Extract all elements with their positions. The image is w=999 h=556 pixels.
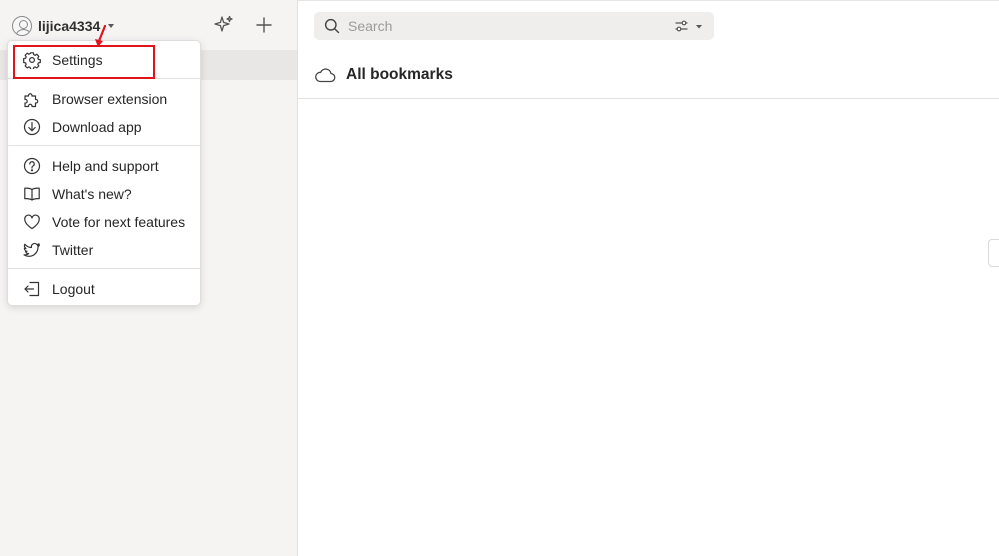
menu-item-label: What's new? <box>52 186 132 202</box>
menu-item-label: Browser extension <box>52 91 168 107</box>
menu-item-logout[interactable]: Logout <box>8 275 200 303</box>
page-title: All bookmarks <box>346 66 453 83</box>
menu-item-twitter[interactable]: Twitter <box>8 236 200 264</box>
menu-divider <box>8 268 200 269</box>
search-input[interactable] <box>348 16 648 36</box>
book-icon <box>23 185 41 203</box>
puzzle-icon <box>23 90 41 108</box>
menu-item-whats-new[interactable]: What's new? <box>8 180 200 208</box>
menu-item-help[interactable]: Help and support <box>8 152 200 180</box>
twitter-icon <box>23 241 41 259</box>
username: lijica4334 <box>38 18 101 34</box>
annotation-arrow-icon <box>95 24 107 47</box>
app-window: lijica4334 Settings Browser extension Do… <box>0 0 999 556</box>
menu-item-settings[interactable]: Settings <box>8 46 200 74</box>
menu-item-browser-extension[interactable]: Browser extension <box>8 85 200 113</box>
filter-icon[interactable] <box>674 18 706 34</box>
menu-item-download-app[interactable]: Download app <box>8 113 200 141</box>
side-panel-toggle[interactable] <box>988 239 999 267</box>
user-dropdown-menu: Settings Browser extension Download app <box>7 40 201 306</box>
top-border <box>298 0 999 1</box>
menu-item-label: Twitter <box>52 242 94 258</box>
menu-item-vote[interactable]: Vote for next features <box>8 208 200 236</box>
menu-item-label: Download app <box>52 119 142 135</box>
cloud-icon <box>314 67 336 83</box>
logout-icon <box>23 280 41 298</box>
menu-item-label: Settings <box>52 52 103 68</box>
chevron-down-icon <box>108 24 115 28</box>
sparkle-icon[interactable] <box>213 14 235 36</box>
main-content: All bookmarks <box>298 0 999 556</box>
menu-item-label: Vote for next features <box>52 214 186 230</box>
avatar-icon <box>12 16 32 36</box>
add-icon[interactable] <box>253 14 275 36</box>
menu-divider <box>8 145 200 146</box>
menu-item-label: Help and support <box>52 158 159 174</box>
gear-icon <box>23 51 41 70</box>
search-icon <box>324 18 340 34</box>
download-icon <box>23 118 41 136</box>
heart-icon <box>23 213 41 231</box>
menu-divider <box>8 78 200 79</box>
search-bar <box>314 12 714 40</box>
menu-item-label: Logout <box>52 281 95 297</box>
page-header: All bookmarks <box>314 62 453 88</box>
help-circle-icon <box>23 157 41 175</box>
header-divider <box>298 98 999 99</box>
